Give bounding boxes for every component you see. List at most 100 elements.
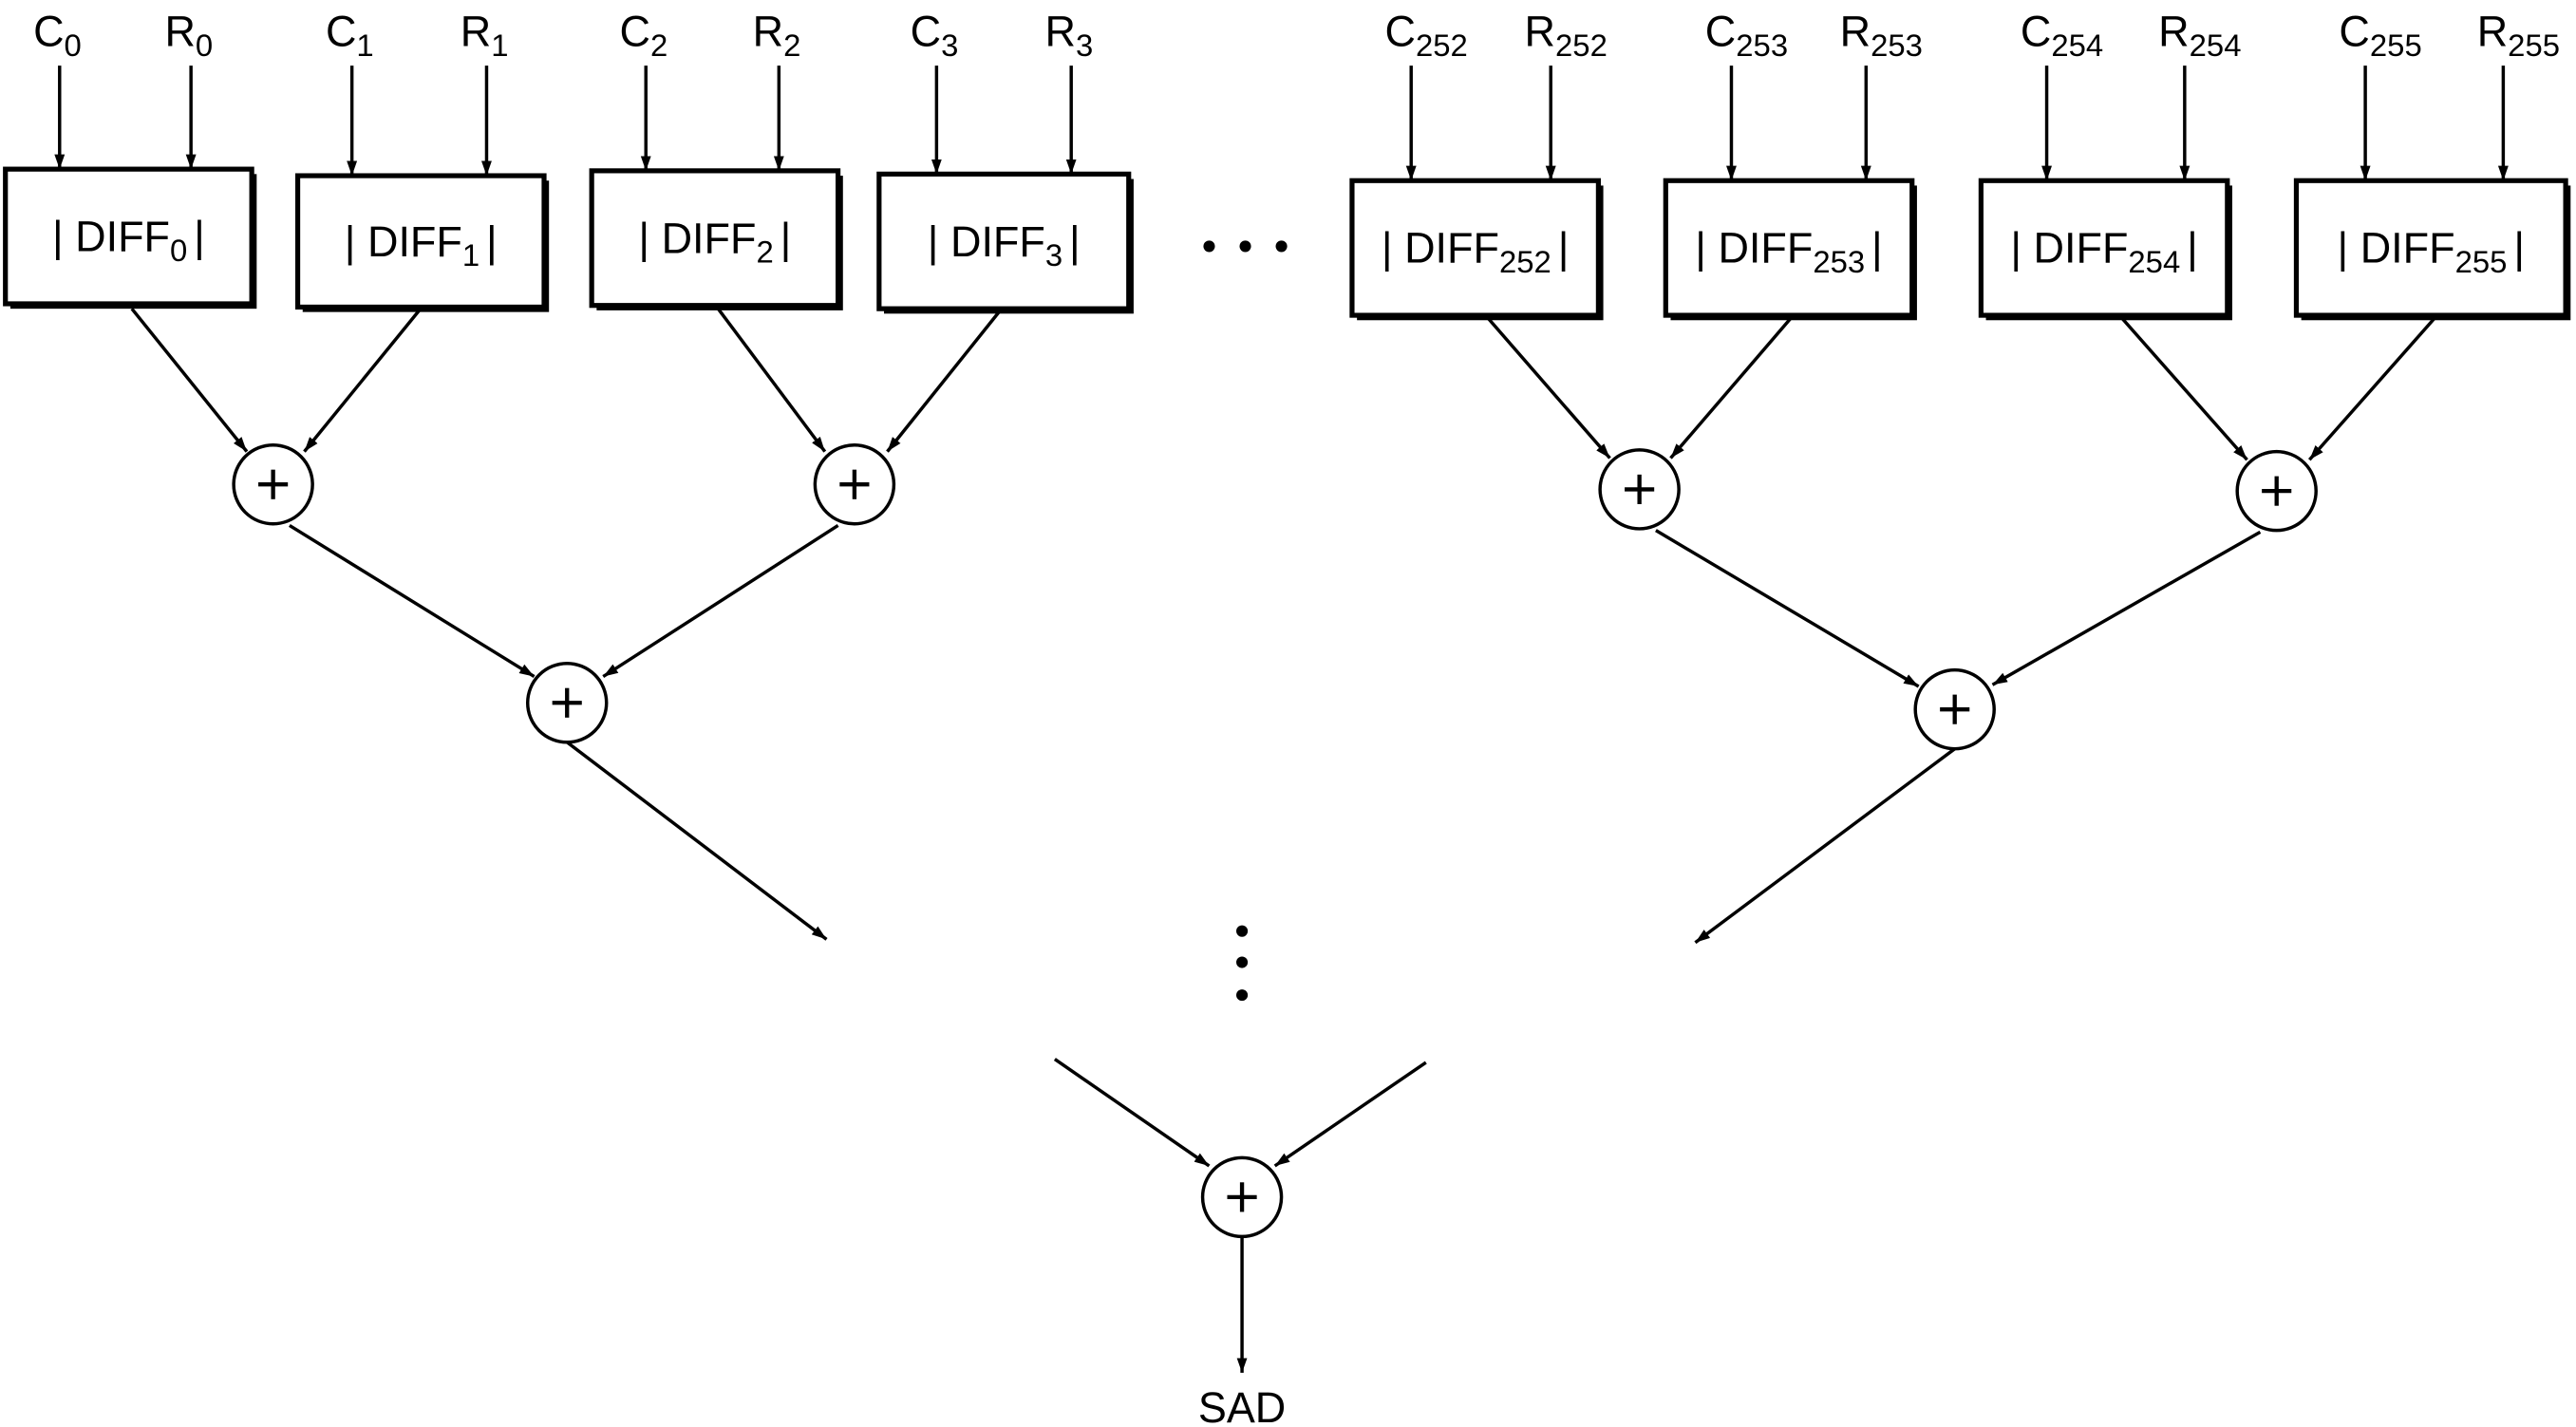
diff-subscript: 3 xyxy=(1045,237,1062,272)
diff-name: DIFF xyxy=(367,217,462,266)
diff-name: DIFF xyxy=(950,217,1045,266)
input-label-r-main: R xyxy=(2158,7,2189,55)
ellipsis-dot-horizontal xyxy=(1275,240,1288,253)
wire-l1-to-l2 xyxy=(1655,529,1920,688)
input-label-c-subscript: 3 xyxy=(941,28,958,63)
input-label-r: R254 xyxy=(2158,7,2241,62)
input-label-r-main: R xyxy=(2477,7,2508,55)
abs-bar-right: | xyxy=(1069,217,1081,266)
input-label-r: R253 xyxy=(1840,7,1923,62)
input-label-r-subscript: 255 xyxy=(2508,28,2560,63)
input-label-c-main: C xyxy=(2021,7,2051,55)
abs-bar-right: | xyxy=(780,214,792,262)
diff-name: DIFF xyxy=(2360,224,2455,272)
wire-l1-to-l2 xyxy=(1991,530,2262,686)
input-label-c-main: C xyxy=(620,7,650,55)
diff-subscript: 1 xyxy=(462,237,479,272)
sad-adder-tree-diagram: C0 R0| DIFF0 |C1 R1| DIFF1 |C2 R2| DIFF2 |C3 R3… xyxy=(3,7,2571,1427)
diff-subscript: 0 xyxy=(170,233,187,268)
input-label-c: C2 xyxy=(620,7,668,62)
input-label-r: R0 xyxy=(164,7,213,62)
wire-l2-out xyxy=(1694,747,1956,945)
input-label-c: C253 xyxy=(1705,7,1788,62)
input-label-r-subscript: 3 xyxy=(1076,28,1093,63)
diff-subscript: 255 xyxy=(2455,244,2508,279)
diff-subscript: 2 xyxy=(756,235,773,270)
abs-bar-right: | xyxy=(486,217,498,266)
wire-final-in xyxy=(1273,1061,1427,1168)
wire-diff0-to-adder xyxy=(130,308,249,453)
abs-bar-left: | xyxy=(1382,224,1404,272)
diff-name: DIFF xyxy=(662,214,757,262)
abs-bar-left: | xyxy=(2010,224,2033,272)
input-label-r-main: R xyxy=(753,7,783,55)
wire-diff254-to-adder xyxy=(2120,317,2248,461)
abs-bar-left: | xyxy=(345,217,367,266)
input-label-r-subscript: 254 xyxy=(2190,28,2242,63)
input-label-c-subscript: 253 xyxy=(1736,28,1788,63)
input-label-c-subscript: 2 xyxy=(650,28,668,63)
wire-diff3-to-adder xyxy=(886,310,1001,453)
input-label-c: C255 xyxy=(2339,7,2421,62)
abs-bar-left: | xyxy=(52,213,75,261)
input-label-c-subscript: 255 xyxy=(2370,28,2422,63)
output-label-sad: SAD xyxy=(1198,1383,1286,1427)
input-label-c-main: C xyxy=(33,7,64,55)
diff-subscript: 254 xyxy=(2128,244,2180,279)
diff-name: DIFF xyxy=(2034,224,2129,272)
abs-bar-right: | xyxy=(2513,224,2525,272)
input-label-c: C0 xyxy=(33,7,82,62)
input-label-r-subscript: 252 xyxy=(1555,28,1608,63)
wire-diff252-to-adder xyxy=(1487,317,1611,460)
wire-l2-out xyxy=(566,741,828,941)
ellipsis-dot-horizontal xyxy=(1239,240,1251,253)
input-label-r: R1 xyxy=(461,7,509,62)
input-label-c-subscript: 252 xyxy=(1416,28,1468,63)
input-label-r: R255 xyxy=(2477,7,2560,62)
input-label-c-subscript: 1 xyxy=(356,28,373,63)
wire-diff1-to-adder xyxy=(303,309,421,453)
ellipsis-dot-horizontal xyxy=(1203,240,1215,253)
diff-name: DIFF xyxy=(75,213,170,261)
abs-bar-right: | xyxy=(1558,224,1570,272)
input-label-c-main: C xyxy=(1385,7,1416,55)
input-label-c: C1 xyxy=(326,7,374,62)
ellipsis-dot-vertical xyxy=(1236,989,1249,1002)
input-label-r-subscript: 253 xyxy=(1871,28,1923,63)
input-label-c-main: C xyxy=(326,7,356,55)
input-label-r-subscript: 0 xyxy=(196,28,213,63)
input-label-c: C254 xyxy=(2021,7,2103,62)
input-label-c-main: C xyxy=(911,7,941,55)
input-label-r: R252 xyxy=(1525,7,1608,62)
input-label-c-main: C xyxy=(2339,7,2369,55)
diff-name: DIFF xyxy=(1404,224,1499,272)
ellipsis-dot-vertical xyxy=(1236,925,1249,937)
abs-bar-right: | xyxy=(2187,224,2198,272)
input-label-c-main: C xyxy=(1705,7,1736,55)
input-label-c: C3 xyxy=(911,7,959,62)
wire-diff253-to-adder xyxy=(1669,317,1793,460)
input-label-r: R3 xyxy=(1045,7,1094,62)
wire-diff2-to-adder xyxy=(716,308,827,453)
nodes xyxy=(3,166,2571,1239)
wire-l1-to-l2 xyxy=(289,523,536,679)
wire-diff255-to-adder xyxy=(2307,317,2436,461)
abs-bar-left: | xyxy=(2338,224,2360,272)
input-label-r-subscript: 1 xyxy=(491,28,508,63)
input-label-r-main: R xyxy=(164,7,195,55)
diff-subscript: 253 xyxy=(1813,244,1865,279)
abs-bar-left: | xyxy=(928,217,950,266)
input-label-c-subscript: 0 xyxy=(65,28,82,63)
input-label-r: R2 xyxy=(753,7,801,62)
ellipsis-dot-vertical xyxy=(1236,956,1249,968)
input-label-r-main: R xyxy=(1525,7,1555,55)
input-label-r-main: R xyxy=(1840,7,1871,55)
abs-bar-left: | xyxy=(638,214,661,262)
input-label-r-subscript: 2 xyxy=(783,28,800,63)
input-label-r-main: R xyxy=(461,7,491,55)
wire-l1-to-l2 xyxy=(602,524,839,679)
diff-subscript: 252 xyxy=(1499,244,1551,279)
input-label-r-main: R xyxy=(1045,7,1076,55)
input-label-c: C252 xyxy=(1385,7,1468,62)
abs-bar-right: | xyxy=(194,213,205,261)
